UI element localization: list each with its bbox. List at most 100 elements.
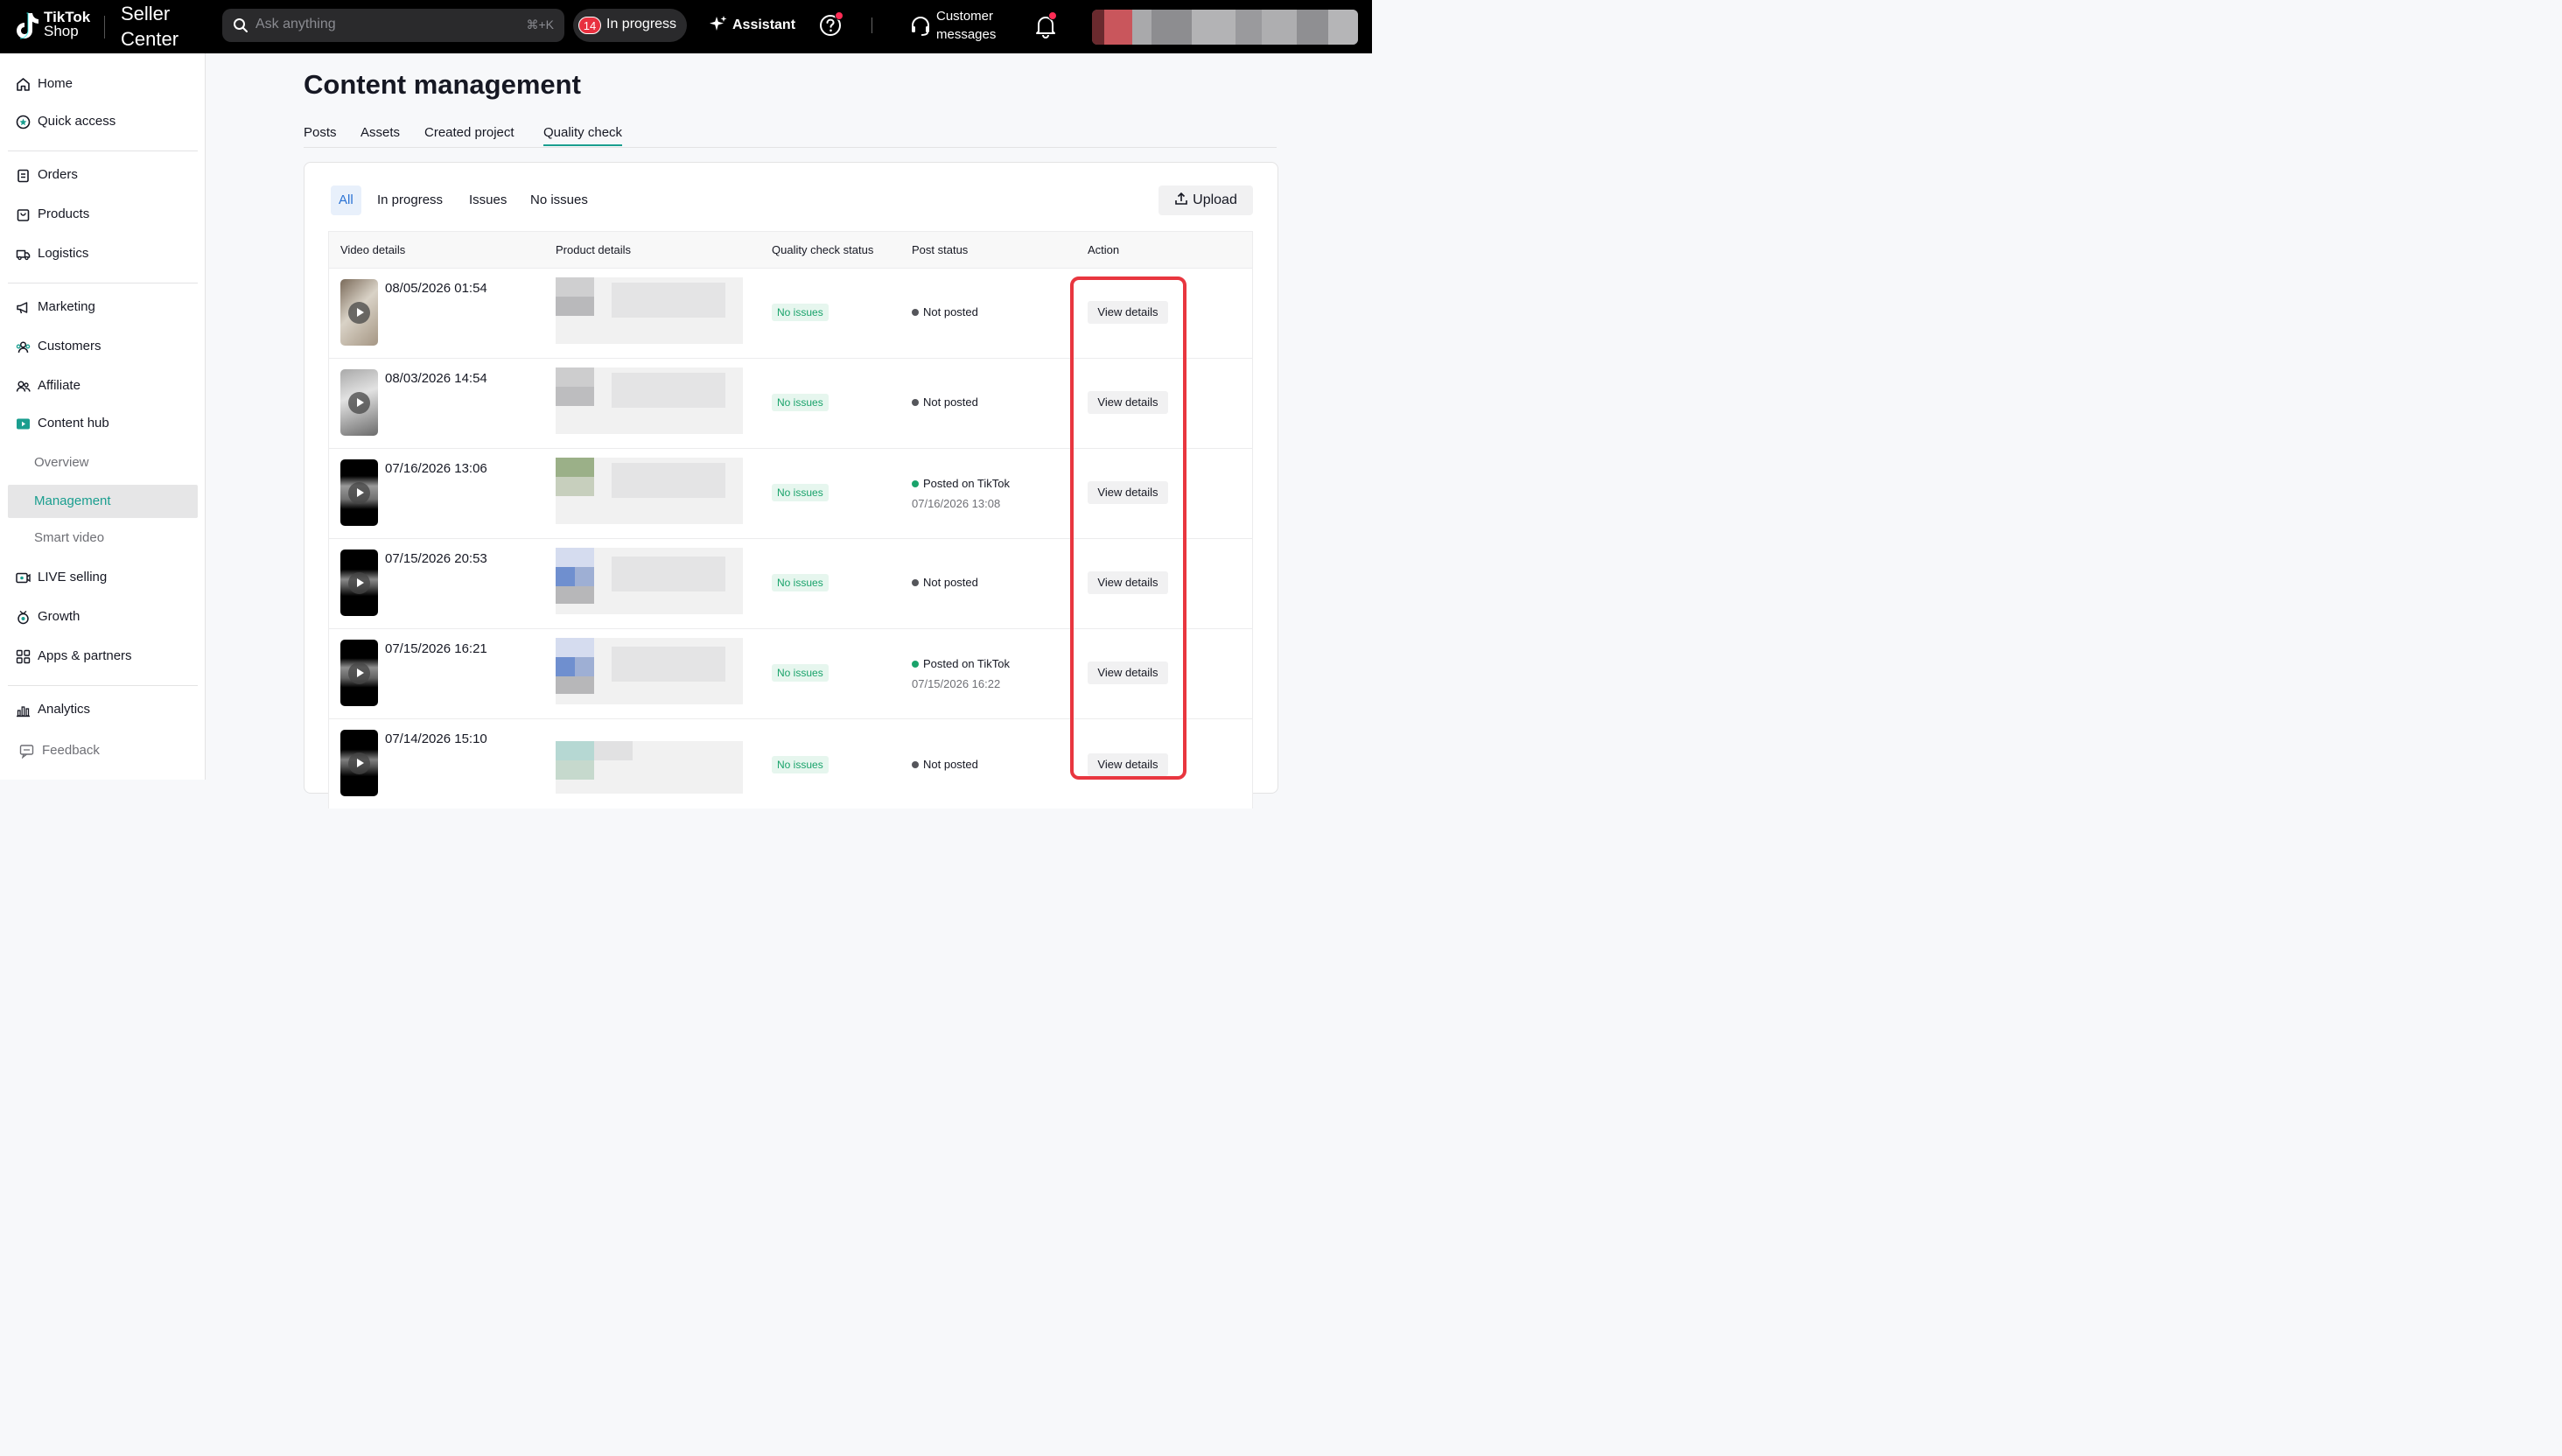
- clipboard-icon: [18, 169, 29, 183]
- filter-no-issues[interactable]: No issues: [530, 186, 588, 215]
- sidebar-item-marketing[interactable]: Marketing: [0, 290, 206, 324]
- product-details-blurred: [556, 741, 743, 794]
- help-button[interactable]: [819, 11, 844, 37]
- play-icon: [348, 392, 370, 414]
- filter-all[interactable]: All: [331, 186, 361, 215]
- sidebar-item-logistics[interactable]: Logistics: [0, 237, 206, 270]
- sidebar-item-management[interactable]: Management: [8, 485, 198, 518]
- video-thumbnail[interactable]: [340, 369, 378, 436]
- post-status-text: Not posted: [923, 758, 978, 771]
- live-icon: [16, 572, 31, 584]
- sidebar-item-feedback[interactable]: Feedback: [0, 734, 206, 767]
- sidebar-item-smart-video[interactable]: Smart video: [0, 522, 206, 555]
- post-status: Not posted: [912, 305, 978, 318]
- sidebar-item-customers[interactable]: Customers: [0, 330, 206, 363]
- video-date: 07/14/2026 15:10: [385, 732, 487, 746]
- in-progress-button[interactable]: 14 In progress: [573, 9, 687, 42]
- upload-button[interactable]: Upload: [1158, 186, 1253, 215]
- post-date: 07/16/2026 13:08: [912, 497, 1001, 510]
- sidebar-item-affiliate[interactable]: Affiliate: [0, 369, 206, 402]
- qc-status-badge: No issues: [772, 304, 829, 321]
- star-circle-icon: [16, 115, 31, 130]
- post-status: Posted on TikTok: [912, 657, 1010, 670]
- sidebar-item-live-selling[interactable]: LIVE selling: [0, 561, 206, 594]
- sidebar-item-overview[interactable]: Overview: [0, 446, 206, 480]
- col-post-status: Post status: [912, 243, 969, 256]
- sidebar-item-quick-access[interactable]: Quick access: [0, 105, 206, 138]
- sidebar-label-logistics: Logistics: [38, 246, 89, 261]
- post-status-text: Not posted: [923, 396, 978, 409]
- assistant-button[interactable]: Assistant: [710, 16, 795, 33]
- sidebar-label-orders: Orders: [38, 167, 78, 182]
- qc-status-badge: No issues: [772, 664, 829, 682]
- table-header: Video details Product details Quality ch…: [328, 231, 1253, 268]
- sidebar-item-home[interactable]: Home: [0, 67, 206, 101]
- sidebar-item-products[interactable]: Products: [0, 198, 206, 231]
- sidebar-label-affiliate: Affiliate: [38, 378, 80, 393]
- col-quality-check-status: Quality check status: [772, 243, 874, 256]
- sidebar-label-quick-access: Quick access: [38, 114, 116, 129]
- page-title: Content management: [304, 69, 581, 100]
- in-progress-count-badge: 14: [578, 17, 601, 34]
- upload-icon: [1175, 192, 1187, 205]
- home-icon: [17, 78, 30, 91]
- video-date: 07/15/2026 16:21: [385, 641, 487, 656]
- search-shortcut: ⌘+K: [526, 18, 554, 32]
- tab-assets[interactable]: Assets: [360, 125, 400, 140]
- play-icon: [348, 482, 370, 504]
- status-dot: [912, 480, 919, 487]
- tiktok-shop-logo[interactable]: TikTok Shop: [12, 9, 98, 44]
- product-details-blurred: [556, 638, 743, 704]
- product-details-blurred: [556, 368, 743, 434]
- sidebar-label-home: Home: [38, 76, 74, 91]
- video-thumbnail[interactable]: [340, 640, 378, 706]
- video-thumbnail[interactable]: [340, 459, 378, 526]
- play-icon: [348, 572, 370, 594]
- notifications-button[interactable]: [1034, 11, 1057, 38]
- sidebar-label-marketing: Marketing: [38, 299, 95, 314]
- feedback-icon: [19, 745, 34, 759]
- video-date: 07/15/2026 20:53: [385, 551, 487, 566]
- tab-created-project[interactable]: Created project: [424, 125, 514, 140]
- sidebar-item-orders[interactable]: Orders: [0, 158, 206, 192]
- customer-messages-line1: Customer: [936, 9, 994, 24]
- video-icon: [17, 418, 30, 430]
- chart-icon: [17, 706, 30, 718]
- sidebar-label-analytics: Analytics: [38, 702, 91, 717]
- sidebar-divider: [8, 150, 198, 151]
- status-dot: [912, 399, 919, 406]
- customer-messages-line2: messages: [936, 27, 997, 42]
- sidebar-item-apps-partners[interactable]: Apps & partners: [0, 640, 206, 673]
- account-switcher[interactable]: [1092, 10, 1358, 45]
- in-progress-label: In progress: [606, 17, 677, 32]
- sidebar-item-growth[interactable]: Growth: [0, 600, 206, 634]
- megaphone-icon: [17, 302, 28, 314]
- sidebar-label-live-selling: LIVE selling: [38, 570, 108, 584]
- sidebar-label-management: Management: [34, 494, 111, 508]
- post-status: Not posted: [912, 758, 978, 771]
- status-dot: [912, 661, 919, 668]
- bag-icon: [17, 209, 30, 221]
- product-details-blurred: [556, 277, 743, 344]
- col-video-details: Video details: [340, 243, 406, 256]
- filter-issues[interactable]: Issues: [469, 186, 507, 215]
- video-thumbnail[interactable]: [340, 550, 378, 616]
- status-dot: [912, 579, 919, 586]
- qc-status-badge: No issues: [772, 756, 829, 774]
- video-thumbnail[interactable]: [340, 279, 378, 346]
- sidebar-item-content-hub[interactable]: Content hub: [0, 407, 206, 440]
- tab-posts[interactable]: Posts: [304, 125, 337, 140]
- sidebar-label-feedback: Feedback: [42, 743, 100, 758]
- sidebar-label-overview: Overview: [34, 455, 89, 470]
- play-icon: [348, 302, 370, 324]
- tab-quality-check[interactable]: Quality check: [543, 125, 623, 146]
- search-input[interactable]: Ask anything ⌘+K: [222, 9, 564, 42]
- assistant-label: Assistant: [732, 18, 796, 32]
- sidebar-item-analytics[interactable]: Analytics: [0, 693, 206, 726]
- truck-icon: [16, 249, 31, 261]
- col-action: Action: [1088, 243, 1120, 256]
- video-thumbnail[interactable]: [340, 730, 378, 796]
- play-icon: [348, 752, 370, 774]
- filter-in-progress[interactable]: In progress: [377, 186, 443, 215]
- users-icon: [16, 341, 31, 354]
